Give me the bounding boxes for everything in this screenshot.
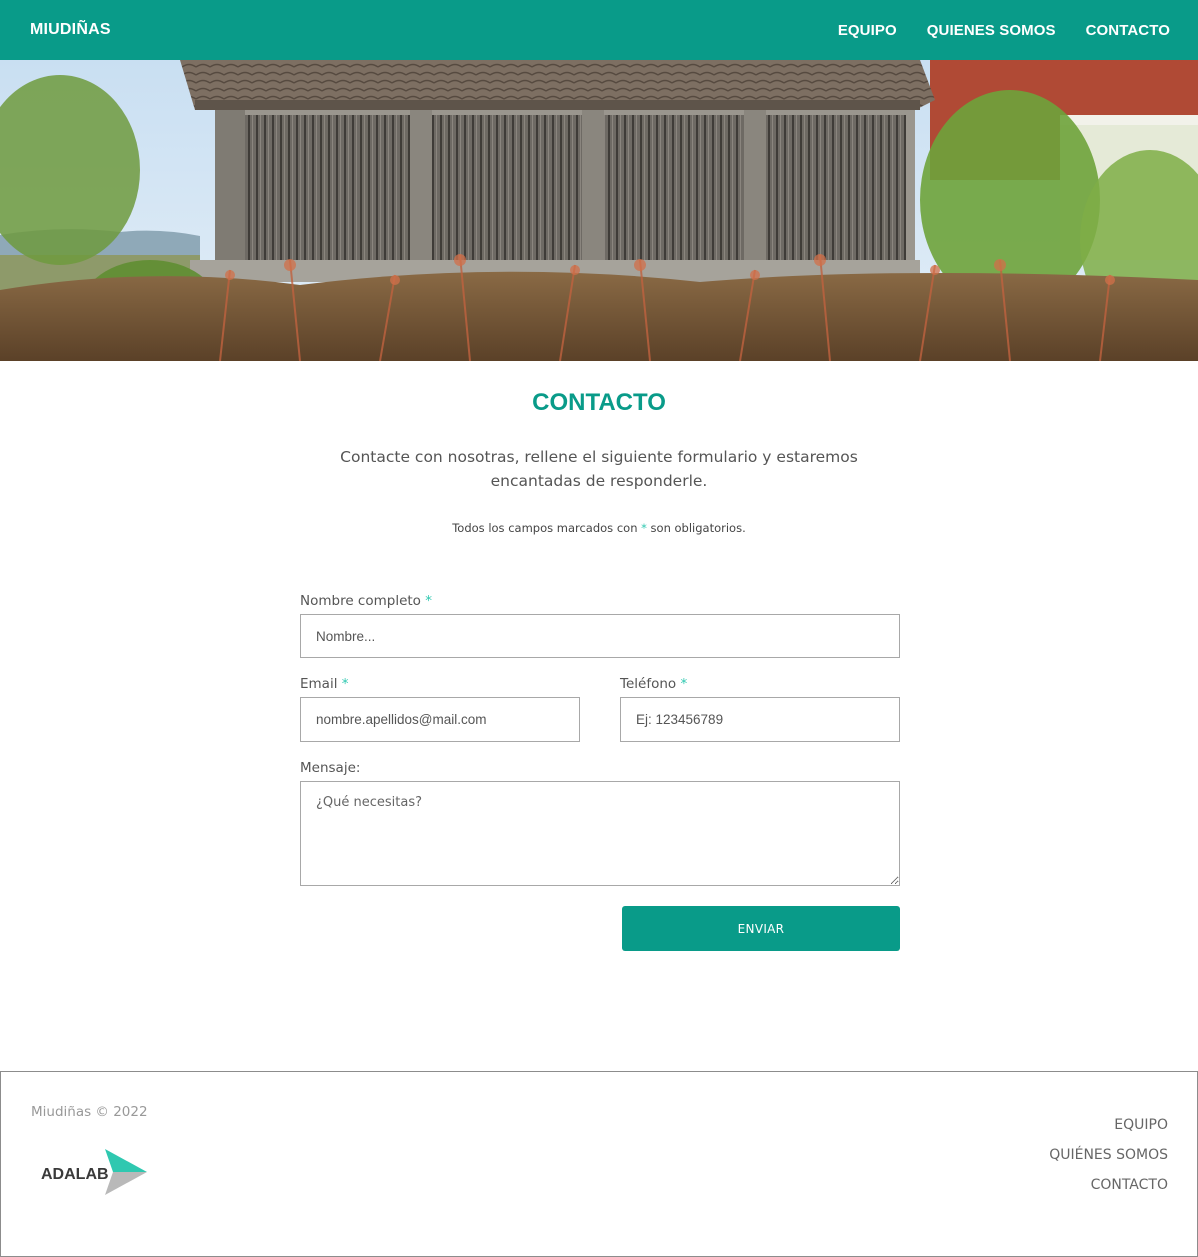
name-label: Nombre completo * [300, 593, 432, 609]
nav-quienes-somos[interactable]: QUIENES SOMOS [927, 22, 1056, 39]
name-label-text: Nombre completo [300, 593, 421, 609]
required-note: Todos los campos marcados con * son obli… [0, 521, 1198, 535]
page-footer: Miudiñas © 2022 ADALAB EQUIPO QUIÉNES SO… [0, 1071, 1198, 1257]
required-note-text-after: son obligatorios. [650, 521, 746, 535]
message-label: Mensaje: [300, 760, 361, 776]
brand-link[interactable]: MIUDIÑAS [30, 21, 111, 39]
page-title: CONTACTO [532, 389, 666, 416]
adalab-logo-icon: ADALAB [41, 1149, 147, 1195]
email-input[interactable] [300, 697, 580, 742]
footer-nav-quienes-somos[interactable]: QUIÉNES SOMOS [1049, 1140, 1168, 1170]
required-mark: * [641, 521, 647, 535]
footer-nav: EQUIPO QUIÉNES SOMOS CONTACTO [1049, 1110, 1168, 1200]
submit-button[interactable]: ENVIAR [622, 906, 900, 951]
email-label-text: Email [300, 676, 338, 692]
footer-nav-contacto[interactable]: CONTACTO [1049, 1170, 1168, 1200]
hero-image [0, 60, 1198, 361]
required-mark: * [680, 676, 688, 692]
required-note-text-before: Todos los campos marcados con [452, 521, 638, 535]
phone-label-text: Teléfono [620, 676, 677, 692]
adalab-logo[interactable]: ADALAB [41, 1149, 151, 1200]
message-textarea[interactable] [300, 781, 900, 886]
name-input[interactable] [300, 614, 900, 658]
photo-horreo-granary [0, 60, 1198, 361]
intro-text: Contacte con nosotras, rellene el siguie… [340, 448, 858, 490]
email-label: Email * [300, 676, 349, 692]
required-mark: * [341, 676, 349, 692]
main-nav: EQUIPO QUIENES SOMOS CONTACTO [838, 22, 1170, 39]
top-header: MIUDIÑAS EQUIPO QUIENES SOMOS CONTACTO [0, 0, 1198, 60]
required-mark: * [425, 593, 432, 609]
phone-input[interactable] [620, 697, 900, 742]
nav-equipo[interactable]: EQUIPO [838, 22, 897, 39]
adalab-logo-text: ADALAB [41, 1166, 109, 1183]
nav-contacto[interactable]: CONTACTO [1086, 22, 1170, 39]
copyright-text: Miudiñas © 2022 [31, 1104, 148, 1120]
footer-nav-equipo[interactable]: EQUIPO [1049, 1110, 1168, 1140]
phone-label: Teléfono * [620, 676, 687, 692]
